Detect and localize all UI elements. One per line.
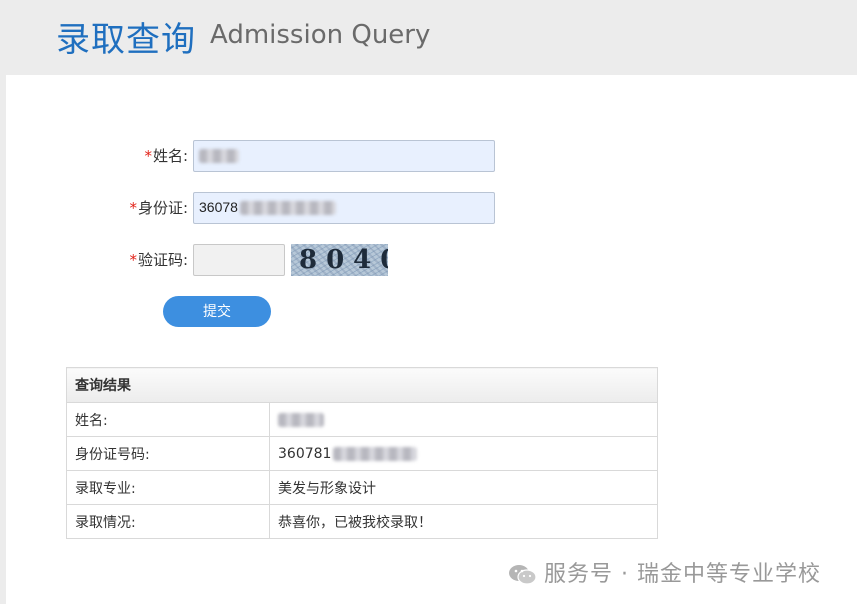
id-input[interactable]: 36078 [193, 192, 495, 224]
redacted-name [199, 149, 239, 164]
captcha-code: 8040 [299, 245, 388, 275]
table-row: 录取专业: 美发与形象设计 [66, 470, 658, 505]
required-mark: * [129, 199, 137, 217]
row-key: 姓名: [66, 402, 270, 437]
table-row: 姓名: [66, 402, 658, 437]
captcha-image[interactable]: 8040 [291, 244, 388, 276]
result-header-row: 查询结果 [66, 367, 658, 403]
left-border [0, 75, 6, 604]
table-row: 身份证号码: 360781 [66, 436, 658, 471]
row-value: 美发与形象设计 [269, 470, 658, 505]
redacted-name [278, 412, 324, 427]
captcha-input[interactable] [193, 244, 285, 276]
redacted-id [333, 446, 418, 461]
result-heading: 查询结果 [66, 367, 658, 403]
name-input[interactable] [193, 140, 495, 172]
required-mark: * [129, 251, 137, 269]
table-row: 录取情况: 恭喜你，已被我校录取！ [66, 504, 658, 539]
row-key: 录取专业: [66, 470, 270, 505]
id-label-text: 身份证: [137, 199, 188, 217]
name-label: *姓名: [120, 145, 188, 166]
captcha-label-text: 验证码: [137, 251, 188, 269]
watermark-text: 服务号 · 瑞金中等专业学校 [544, 562, 821, 587]
row-key: 身份证号码: [66, 436, 270, 471]
result-table: 查询结果 姓名: 身份证号码: 360781 录取专业: 美发与形象设计 录取情… [66, 367, 658, 539]
row-value: 恭喜你，已被我校录取！ [269, 504, 658, 539]
id-label: *身份证: [108, 197, 188, 218]
redacted-id [239, 201, 336, 216]
submit-button[interactable]: 提交 [163, 296, 271, 327]
row-value [269, 402, 658, 437]
page-header: 录取查询 Admission Query [0, 0, 857, 75]
row-value: 360781 [269, 436, 658, 471]
name-label-text: 姓名: [152, 147, 188, 165]
captcha-label: *验证码: [108, 249, 188, 270]
page-subtitle: Admission Query [210, 20, 431, 50]
id-value: 36078 [199, 199, 238, 215]
row-key: 录取情况: [66, 504, 270, 539]
required-mark: * [144, 147, 152, 165]
wechat-icon [509, 565, 537, 585]
watermark: 服务号 · 瑞金中等专业学校 [508, 556, 821, 588]
page-title: 录取查询 [56, 20, 196, 60]
